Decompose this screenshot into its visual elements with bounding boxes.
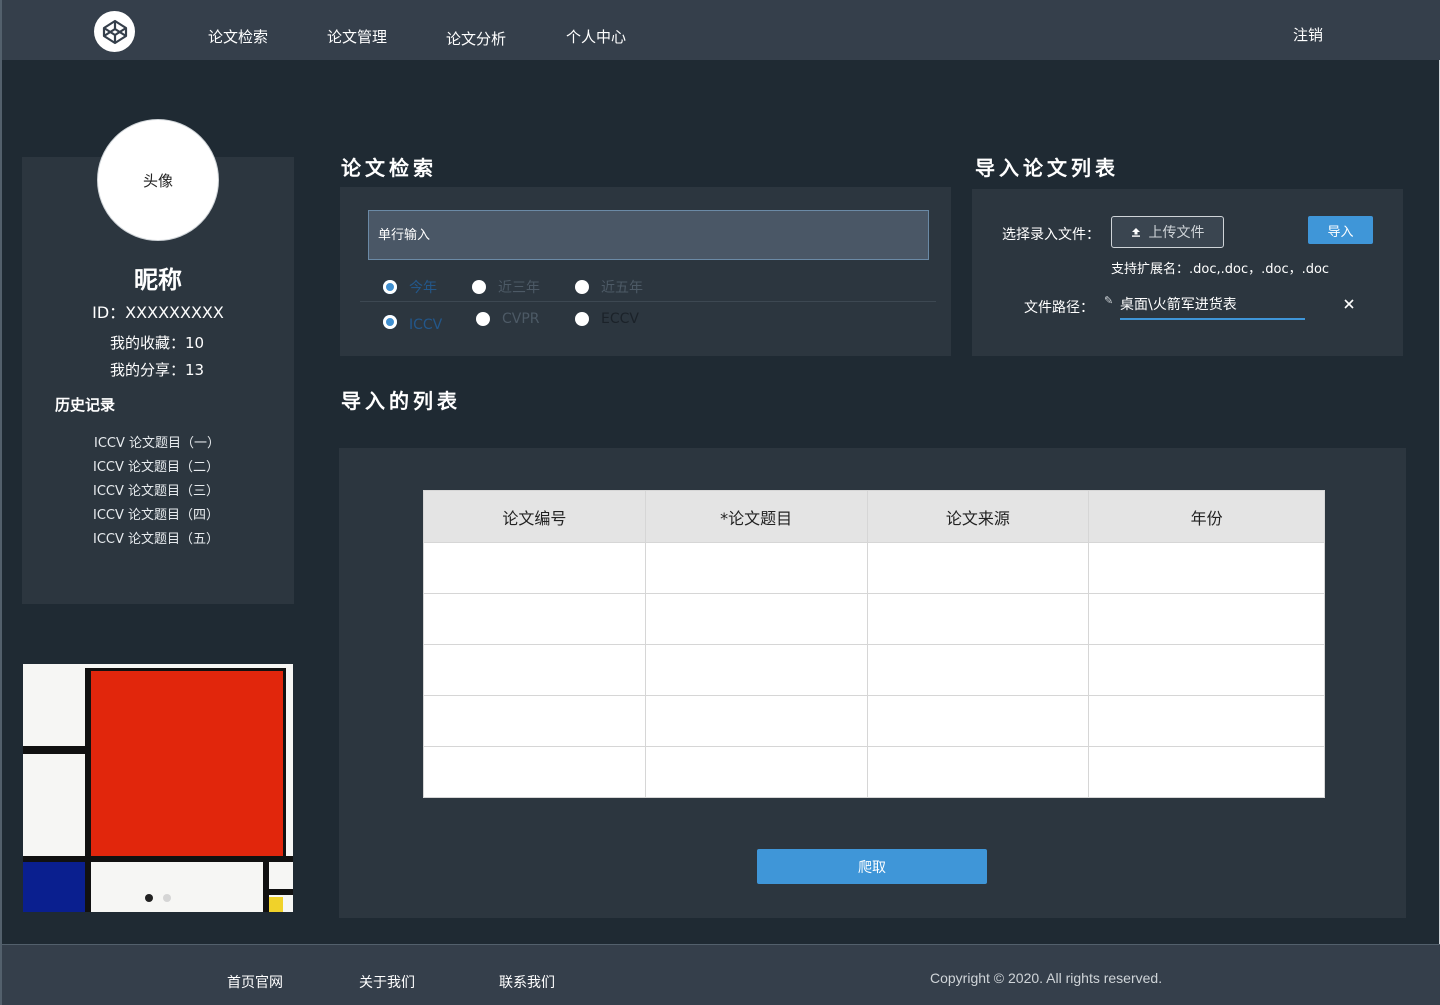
carousel-dots (23, 894, 293, 902)
table-cell[interactable] (644, 746, 868, 798)
table-panel: 论文编号 *论文题目 论文来源 年份 爬取 (339, 448, 1406, 918)
column-header-year[interactable]: 年份 (1088, 490, 1325, 543)
file-path-label: 文件路径： (1024, 300, 1094, 316)
avatar[interactable]: 头像 (97, 119, 219, 241)
search-section-title: 论文检索 (341, 156, 437, 180)
radio-label: 近三年 (498, 280, 540, 296)
table-cell[interactable] (866, 644, 1090, 696)
logout-link[interactable]: 注销 (1293, 24, 1323, 45)
logo-cube-icon (102, 19, 127, 44)
shares-count[interactable]: 我的分享：13 (110, 359, 204, 380)
pencil-icon: ✎ (1104, 294, 1114, 307)
list-section-title: 导入的列表 (341, 389, 461, 413)
radio-checked-icon (383, 280, 397, 294)
nav-paper-search[interactable]: 论文检索 (208, 26, 268, 47)
table-cell[interactable] (423, 644, 646, 696)
radio-venue-cvpr[interactable]: CVPR (476, 311, 540, 327)
column-header-source[interactable]: 论文来源 (866, 490, 1090, 543)
history-title: 历史记录 (55, 396, 116, 414)
history-item[interactable]: ICCV 论文题目（一） (94, 432, 220, 451)
radio-label: CVPR (502, 311, 540, 327)
footer-link-about[interactable]: 关于我们 (359, 972, 415, 992)
clear-path-icon[interactable] (1342, 297, 1356, 311)
search-panel: 今年 近三年 近五年 ICCV CVPR ECCV (340, 187, 951, 356)
table-cell[interactable] (1088, 746, 1325, 798)
imported-papers-table: 论文编号 *论文题目 论文来源 年份 (423, 490, 1325, 798)
table-cell[interactable] (1088, 644, 1325, 696)
radio-unchecked-icon (575, 280, 589, 294)
top-navbar: 论文检索 论文管理 论文分析 个人中心 注销 (0, 0, 1440, 60)
crawl-button[interactable]: 爬取 (757, 849, 987, 884)
table-cell[interactable] (644, 695, 868, 747)
radio-label: 今年 (409, 280, 437, 296)
table-cell[interactable] (644, 593, 868, 645)
history-item[interactable]: ICCV 论文题目（五） (93, 528, 219, 547)
table-cell[interactable] (423, 542, 646, 594)
table-cell[interactable] (866, 746, 1090, 798)
footer: 首页官网 关于我们 联系我们 Copyright © 2020. All rig… (0, 944, 1440, 1005)
upload-file-button[interactable]: 上传文件 (1111, 216, 1224, 248)
footer-link-contact[interactable]: 联系我们 (499, 972, 555, 992)
divider (360, 301, 936, 302)
table-cell[interactable] (1088, 593, 1325, 645)
codepen-logo-icon[interactable] (94, 11, 135, 52)
nav-paper-manage[interactable]: 论文管理 (327, 26, 387, 47)
left-edge (0, 60, 2, 944)
import-button[interactable]: 导入 (1308, 216, 1373, 244)
avatar-label: 头像 (142, 171, 173, 190)
radio-venue-eccv[interactable]: ECCV (575, 311, 639, 327)
nav-paper-analysis[interactable]: 论文分析 (446, 28, 506, 49)
nickname: 昵称 (134, 266, 182, 294)
radio-unchecked-icon (472, 280, 486, 294)
search-input[interactable] (368, 210, 929, 260)
history-item[interactable]: ICCV 论文题目（四） (93, 504, 219, 523)
table-cell[interactable] (644, 542, 868, 594)
radio-year-3[interactable]: 近三年 (472, 277, 540, 297)
table-cell[interactable] (866, 695, 1090, 747)
copyright-text: Copyright © 2020. All rights reserved. (930, 970, 1163, 986)
radio-unchecked-icon (575, 312, 589, 326)
table-row[interactable] (423, 593, 1325, 645)
column-header-title[interactable]: *论文题目 (644, 490, 868, 543)
table-row[interactable] (423, 644, 1325, 696)
radio-year-5[interactable]: 近五年 (575, 277, 643, 297)
radio-unchecked-icon (476, 312, 490, 326)
footer-link-home[interactable]: 首页官网 (227, 972, 283, 992)
table-cell[interactable] (423, 695, 646, 747)
column-header-id[interactable]: 论文编号 (423, 490, 646, 543)
table-cell[interactable] (644, 644, 868, 696)
mondrian-painting-image (23, 664, 293, 912)
table-header-row: 论文编号 *论文题目 论文来源 年份 (423, 490, 1325, 543)
favorites-count[interactable]: 我的收藏：10 (110, 332, 204, 353)
import-panel: 选择录入文件： 上传文件 导入 支持扩展名：.doc,.doc，.doc，.do… (972, 189, 1403, 356)
user-id: ID：XXXXXXXXX (92, 303, 224, 322)
table-cell[interactable] (866, 542, 1090, 594)
table-cell[interactable] (423, 746, 646, 798)
radio-label: ICCV (409, 317, 443, 333)
table-row[interactable] (423, 695, 1325, 747)
table-cell[interactable] (866, 593, 1090, 645)
extension-hint: 支持扩展名：.doc,.doc，.doc，.doc (1111, 262, 1330, 277)
table-cell[interactable] (423, 593, 646, 645)
import-section-title: 导入论文列表 (975, 156, 1119, 180)
upload-label: 上传文件 (1148, 225, 1205, 241)
table-cell[interactable] (1088, 695, 1325, 747)
table-cell[interactable] (1088, 542, 1325, 594)
radio-year-this[interactable]: 今年 (383, 277, 437, 297)
carousel-dot-1[interactable] (145, 894, 153, 902)
choose-file-label: 选择录入文件： (1002, 227, 1100, 243)
radio-venue-iccv[interactable]: ICCV (383, 311, 442, 333)
upload-icon (1131, 228, 1140, 237)
nav-personal-center[interactable]: 个人中心 (566, 26, 626, 47)
history-item[interactable]: ICCV 论文题目（二） (93, 456, 219, 475)
image-carousel[interactable] (23, 664, 293, 912)
history-item[interactable]: ICCV 论文题目（三） (93, 480, 219, 499)
file-path-field[interactable]: 桌面\火箭军进货表 (1120, 291, 1305, 320)
radio-label: ECCV (601, 311, 639, 327)
table-row[interactable] (423, 746, 1325, 798)
radio-label: 近五年 (601, 280, 643, 296)
carousel-dot-2[interactable] (163, 894, 171, 902)
radio-checked-icon (383, 315, 397, 329)
table-row[interactable] (423, 542, 1325, 594)
